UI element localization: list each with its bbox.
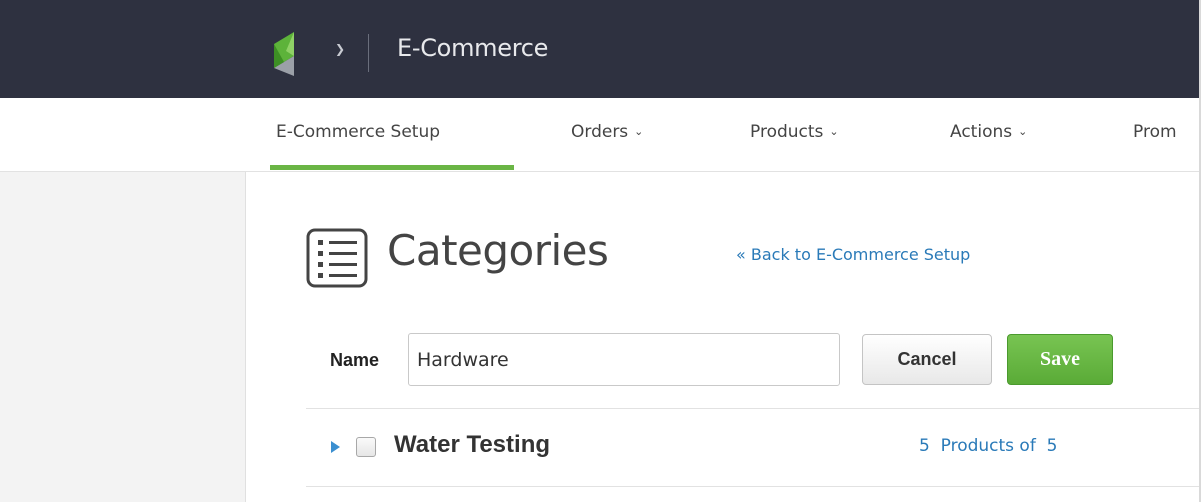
app-logo-icon[interactable] <box>272 28 312 78</box>
category-name-input[interactable] <box>408 333 840 386</box>
nav-label: E-Commerce Setup <box>276 122 441 142</box>
chevron-down-icon: ⌄ <box>829 125 839 138</box>
list-icon <box>306 228 368 288</box>
nav-active-indicator <box>270 165 514 170</box>
back-to-setup-link[interactable]: « Back to E-Commerce Setup <box>736 245 970 264</box>
left-sidebar <box>0 172 246 502</box>
main-nav: E-Commerce Setup Orders ⌄ Products ⌄ Actio… <box>0 98 1201 172</box>
nav-promotions[interactable]: Prom <box>1133 122 1177 142</box>
header-divider <box>368 34 369 72</box>
expand-arrow-icon[interactable] <box>331 441 340 453</box>
category-checkbox[interactable] <box>356 437 376 457</box>
category-name: Water Testing <box>394 431 551 458</box>
cancel-button[interactable]: Cancel <box>862 334 992 385</box>
top-header-bar: ❯ E-Commerce <box>0 0 1201 98</box>
name-label: Name <box>330 350 380 370</box>
chevron-down-icon: ⌄ <box>1018 125 1028 138</box>
nav-products[interactable]: Products ⌄ <box>750 122 839 142</box>
chevron-down-icon[interactable]: ❯ <box>335 42 345 56</box>
page-title: Categories <box>387 226 609 275</box>
save-button[interactable]: Save <box>1007 334 1113 385</box>
nav-orders[interactable]: Orders ⌄ <box>571 122 643 142</box>
row-divider <box>306 408 1201 409</box>
nav-label: Products <box>750 122 824 142</box>
row-divider <box>306 486 1201 487</box>
chevron-down-icon: ⌄ <box>634 125 644 138</box>
nav-label: Orders <box>571 122 629 142</box>
nav-actions[interactable]: Actions ⌄ <box>950 122 1027 142</box>
app-title: E-Commerce <box>397 34 549 62</box>
product-count-link[interactable]: 5 Products of 5 <box>919 436 1057 456</box>
nav-label: Prom <box>1133 122 1177 142</box>
nav-label: Actions <box>950 122 1013 142</box>
nav-ecommerce-setup[interactable]: E-Commerce Setup <box>276 122 440 142</box>
